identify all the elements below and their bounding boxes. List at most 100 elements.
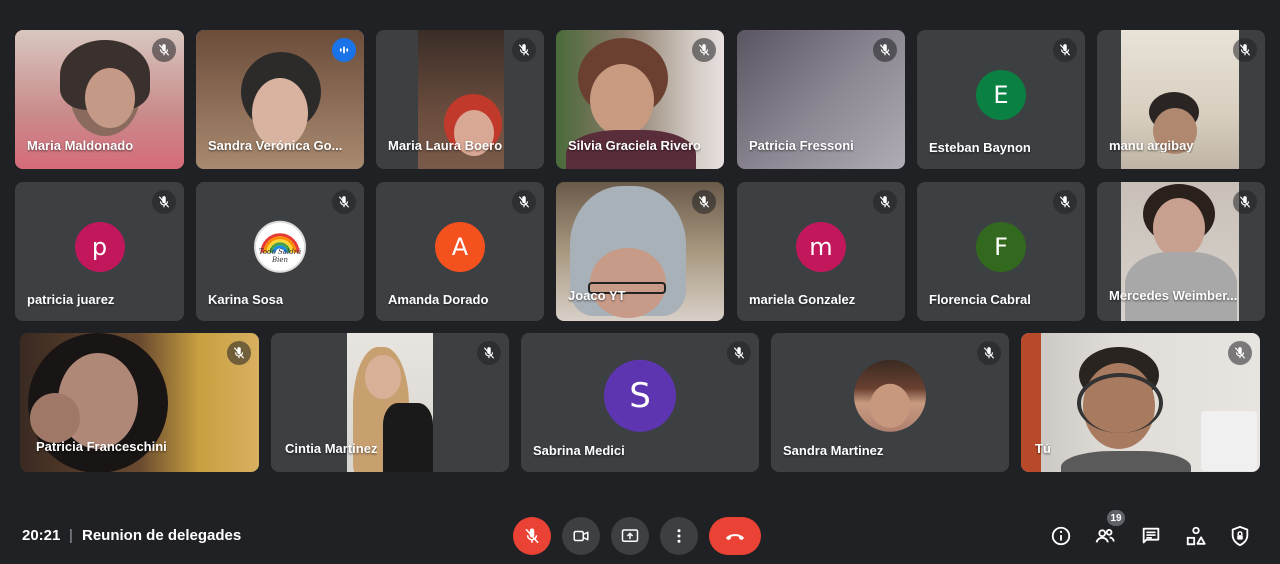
participant-name: Sabrina Medici xyxy=(533,443,625,458)
participant-initial-avatar: m xyxy=(796,221,846,272)
people-icon xyxy=(1095,529,1115,543)
avatar-face xyxy=(870,383,910,428)
participant-body xyxy=(1125,252,1237,321)
participant-name: Sandra Verónica Go... xyxy=(208,138,343,153)
activities-button[interactable] xyxy=(1184,524,1208,548)
participant-name: Patricia Franceschini xyxy=(36,439,167,454)
shield-lock-icon xyxy=(1231,525,1249,547)
camera-toggle-button[interactable] xyxy=(562,517,600,555)
mic-off-icon xyxy=(332,190,356,214)
participant-tile-karina-sosa[interactable]: Todo Saldrá Bien Karina Sosa xyxy=(196,182,364,321)
participant-name: mariela Gonzalez xyxy=(749,292,856,307)
mic-toggle-button[interactable] xyxy=(513,517,551,555)
participant-face xyxy=(1153,198,1205,258)
participant-face xyxy=(590,64,654,136)
participant-headset xyxy=(1077,373,1163,433)
mic-off-icon xyxy=(873,38,897,62)
participant-photo-avatar xyxy=(254,220,306,273)
activities-icon xyxy=(1186,526,1206,546)
participant-initial-avatar: E xyxy=(976,69,1026,120)
separator: | xyxy=(69,527,73,544)
mic-off-icon xyxy=(977,341,1001,365)
mic-off-icon xyxy=(477,341,501,365)
more-options-button[interactable] xyxy=(660,517,698,555)
participant-face xyxy=(365,355,401,399)
participant-name: patricia juarez xyxy=(27,292,115,307)
participant-name: Joaco YT xyxy=(568,288,626,303)
participant-name: Patricia Fressoni xyxy=(749,138,854,153)
participant-initial-avatar: p xyxy=(74,221,125,272)
leave-call-icon xyxy=(725,534,745,541)
participant-name: Sandra Martinez xyxy=(783,443,884,458)
participant-initial-avatar: F xyxy=(976,221,1026,272)
mic-off-icon xyxy=(1233,38,1257,62)
participant-tile-amanda-dorado[interactable]: A Amanda Dorado xyxy=(376,182,544,321)
participant-tile-sandra-martinez[interactable]: Sandra Martinez xyxy=(771,333,1009,472)
participant-body xyxy=(383,403,433,472)
participant-tile-sandra-veronica[interactable]: Sandra Verónica Go... xyxy=(196,30,364,169)
mic-off-icon xyxy=(152,190,176,214)
participant-face xyxy=(85,68,135,128)
chat-button[interactable] xyxy=(1139,524,1163,548)
participant-tile-manu-argibay[interactable]: manu argibay xyxy=(1097,30,1265,169)
avatar-caption: Todo Saldrá Bien xyxy=(258,248,302,264)
present-screen-icon xyxy=(621,529,639,542)
participant-tile-silvia-graciela-rivero[interactable]: Silvia Graciela Rivero xyxy=(556,30,724,169)
participant-initial-avatar: A xyxy=(435,221,485,272)
mic-off-icon xyxy=(873,190,897,214)
meeting-details-button[interactable] xyxy=(1049,524,1073,548)
participant-name: Mercedes Weimber... xyxy=(1109,288,1238,303)
mic-off-icon xyxy=(1053,38,1077,62)
participant-body xyxy=(1061,451,1191,472)
mic-off-icon xyxy=(525,528,539,544)
participant-name: manu argibay xyxy=(1109,138,1194,153)
participant-tile-mercedes-weimber[interactable]: Mercedes Weimber... xyxy=(1097,182,1265,321)
participant-tile-patricia-juarez[interactable]: p patricia juarez xyxy=(15,182,184,321)
mic-off-icon xyxy=(1228,341,1252,365)
meeting-title: Reunion de delegades xyxy=(82,527,242,544)
participant-hand xyxy=(30,393,80,443)
mic-off-icon xyxy=(1233,190,1257,214)
participant-tile-esteban-baynon[interactable]: E Esteban Baynon xyxy=(917,30,1085,169)
mic-off-icon xyxy=(512,190,536,214)
participant-tile-florencia-cabral[interactable]: F Florencia Cabral xyxy=(917,182,1085,321)
participant-tile-maria-laura-boero[interactable]: Maria Laura Boero xyxy=(376,30,544,169)
bottom-toolbar: 20:21 | Reunion de delegades xyxy=(0,500,1280,564)
meeting-clock: 20:21 xyxy=(22,527,61,544)
participant-photo-avatar xyxy=(854,359,926,432)
chat-icon xyxy=(1142,527,1160,544)
mic-off-icon xyxy=(1053,190,1077,214)
participant-name: Cintia Martinez xyxy=(285,441,378,456)
leave-call-button[interactable] xyxy=(709,517,761,555)
participant-tile-patricia-fressoni[interactable]: Patricia Fressoni xyxy=(737,30,905,169)
participant-tile-cintia-martinez[interactable]: Cintia Martinez xyxy=(271,333,509,472)
participant-name: Karina Sosa xyxy=(208,292,284,307)
participant-tile-maria-maldonado[interactable]: Maria Maldonado xyxy=(15,30,184,169)
participant-name: Florencia Cabral xyxy=(929,292,1031,307)
mic-off-icon xyxy=(692,190,716,214)
participant-tile-sabrina-medici[interactable]: S Sabrina Medici xyxy=(521,333,759,472)
mic-off-icon xyxy=(692,38,716,62)
speaking-indicator-icon xyxy=(332,38,356,62)
participant-tile-patricia-franceschini[interactable]: Patricia Franceschini xyxy=(20,333,259,472)
participant-name: Maria Laura Boero xyxy=(388,138,503,153)
videocam-icon xyxy=(573,530,589,542)
mic-off-icon xyxy=(227,341,251,365)
people-count-badge: 19 xyxy=(1107,510,1125,526)
more-options-icon xyxy=(677,529,681,543)
participant-name: Amanda Dorado xyxy=(388,292,489,307)
participant-name: Esteban Baynon xyxy=(929,140,1031,155)
info-icon xyxy=(1051,526,1071,546)
mic-off-icon xyxy=(152,38,176,62)
participant-initial-avatar: S xyxy=(604,359,676,432)
present-screen-button[interactable] xyxy=(611,517,649,555)
mic-off-icon xyxy=(512,38,536,62)
participant-name: Tú xyxy=(1035,441,1051,456)
participant-tile-self[interactable]: Tú xyxy=(1021,333,1260,472)
host-controls-button[interactable] xyxy=(1228,524,1252,548)
people-button[interactable] xyxy=(1093,524,1117,548)
participant-tile-joaco-yt[interactable]: Joaco YT xyxy=(556,182,724,321)
participant-appliance xyxy=(1201,411,1257,471)
participant-tile-mariela-gonzalez[interactable]: m mariela Gonzalez xyxy=(737,182,905,321)
participant-name: Silvia Graciela Rivero xyxy=(568,138,701,153)
